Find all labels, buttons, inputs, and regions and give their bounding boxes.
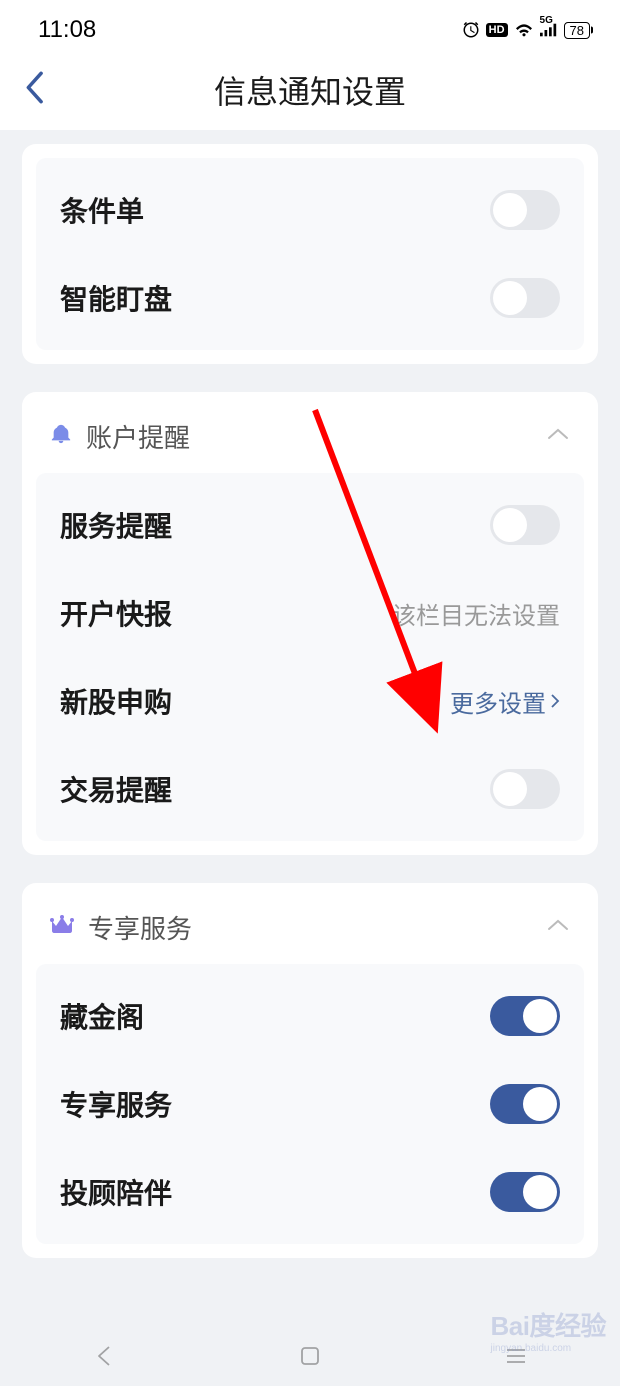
watermark: Bai度经验 jingyan.baidu.com bbox=[491, 1306, 606, 1354]
row-advisor: 投顾陪伴 bbox=[36, 1148, 584, 1236]
section-title: 账户提醒 bbox=[86, 418, 190, 455]
row-trade-alert: 交易提醒 bbox=[36, 745, 584, 833]
bell-icon bbox=[50, 423, 72, 450]
row-label: 智能盯盘 bbox=[60, 278, 172, 318]
nav-back-button[interactable] bbox=[92, 1344, 116, 1373]
section-body-account: 服务提醒 开户快报 该栏目无法设置 新股申购 更多设置 交易提醒 bbox=[36, 473, 584, 841]
battery-icon: 78 bbox=[564, 22, 590, 39]
toggle-advisor[interactable] bbox=[490, 1172, 560, 1212]
chevron-right-icon bbox=[550, 693, 560, 709]
card-general: 条件单 智能盯盘 bbox=[22, 144, 598, 364]
section-header-account[interactable]: 账户提醒 bbox=[22, 392, 598, 473]
card-account-alerts: 账户提醒 服务提醒 开户快报 该栏目无法设置 新股申购 更多设置 bbox=[22, 392, 598, 855]
link-text: 更多设置 bbox=[450, 684, 546, 719]
status-indicators: HD 5G 78 bbox=[462, 21, 590, 39]
toggle-service-alert[interactable] bbox=[490, 505, 560, 545]
row-account-news: 开户快报 该栏目无法设置 bbox=[36, 569, 584, 657]
chevron-up-icon bbox=[546, 426, 570, 447]
row-service-alert: 服务提醒 bbox=[36, 481, 584, 569]
row-label: 投顾陪伴 bbox=[60, 1172, 172, 1212]
row-smart-watch: 智能盯盘 bbox=[36, 254, 584, 342]
row-label: 藏金阁 bbox=[60, 996, 144, 1036]
toggle-trade-alert[interactable] bbox=[490, 769, 560, 809]
row-label: 专享服务 bbox=[60, 1084, 172, 1124]
row-label: 交易提醒 bbox=[60, 769, 172, 809]
watermark-sub: jingyan.baidu.com bbox=[491, 1343, 606, 1354]
row-cangjinge: 藏金阁 bbox=[36, 972, 584, 1060]
toggle-exclusive-service[interactable] bbox=[490, 1084, 560, 1124]
row-exclusive-service: 专享服务 bbox=[36, 1060, 584, 1148]
row-label: 服务提醒 bbox=[60, 505, 172, 545]
chevron-up-icon bbox=[546, 917, 570, 938]
row-label: 开户快报 bbox=[60, 593, 172, 633]
row-conditional-order: 条件单 bbox=[36, 166, 584, 254]
toggle-conditional-order[interactable] bbox=[490, 190, 560, 230]
nav-home-button[interactable] bbox=[299, 1345, 321, 1372]
hd-icon: HD bbox=[486, 23, 508, 37]
page-title: 信息通知设置 bbox=[0, 67, 620, 113]
crown-icon bbox=[50, 915, 74, 940]
section-header-exclusive[interactable]: 专享服务 bbox=[22, 883, 598, 964]
card-exclusive-service: 专享服务 藏金阁 专享服务 投顾陪伴 bbox=[22, 883, 598, 1258]
signal-5g-icon: 5G bbox=[540, 23, 558, 37]
card-general-body: 条件单 智能盯盘 bbox=[36, 158, 584, 350]
more-settings-link[interactable]: 更多设置 bbox=[450, 684, 560, 719]
row-label: 条件单 bbox=[60, 190, 144, 230]
row-new-stock: 新股申购 更多设置 bbox=[36, 657, 584, 745]
section-body-exclusive: 藏金阁 专享服务 投顾陪伴 bbox=[36, 964, 584, 1244]
back-button[interactable] bbox=[24, 71, 44, 110]
page-header: 信息通知设置 bbox=[0, 50, 620, 130]
watermark-main: Bai度经验 bbox=[491, 1306, 606, 1343]
section-title: 专享服务 bbox=[88, 909, 192, 946]
content-area: 条件单 智能盯盘 账户提醒 服务提醒 开户快报 bbox=[0, 144, 620, 1258]
status-time: 11:08 bbox=[38, 16, 96, 44]
wifi-icon bbox=[514, 22, 534, 38]
toggle-smart-watch[interactable] bbox=[490, 278, 560, 318]
row-label: 新股申购 bbox=[60, 681, 172, 721]
status-bar: 11:08 HD 5G 78 bbox=[0, 0, 620, 50]
disabled-text: 该栏目无法设置 bbox=[392, 596, 560, 631]
alarm-icon bbox=[462, 21, 480, 39]
toggle-cangjinge[interactable] bbox=[490, 996, 560, 1036]
